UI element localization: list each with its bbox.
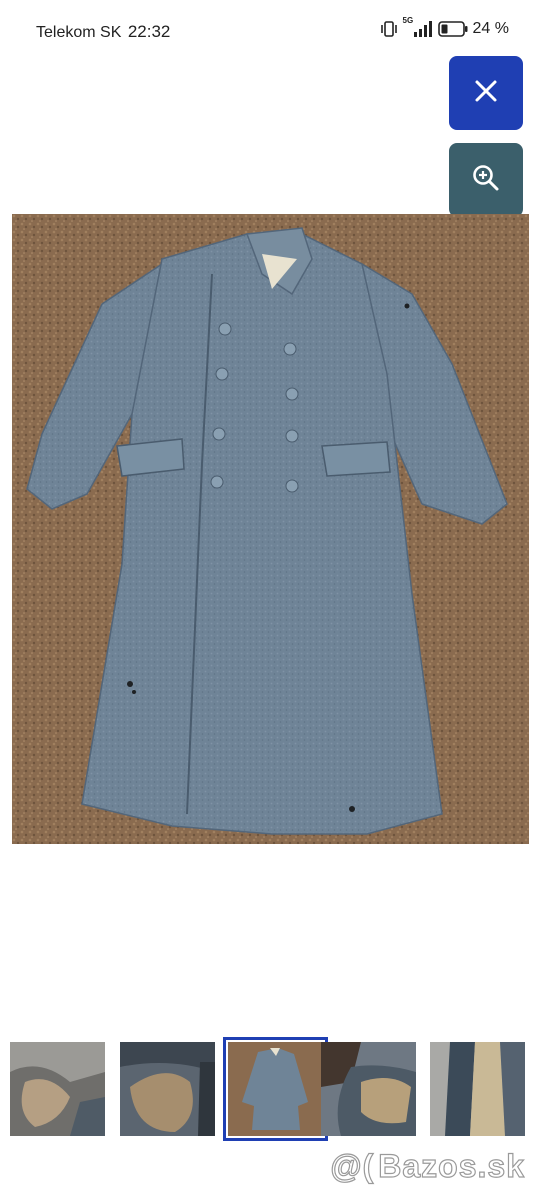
zoom-in-icon	[471, 163, 501, 198]
status-right: 5G 24 %	[380, 16, 509, 38]
status-left: Telekom SK 22:32	[36, 22, 170, 42]
thumbnail-1[interactable]	[10, 1042, 105, 1136]
thumbnail-2[interactable]	[120, 1042, 215, 1136]
main-photo[interactable]	[12, 214, 529, 844]
thumbnail-strip	[0, 1036, 541, 1142]
clock: 22:32	[127, 22, 171, 41]
carrier-label: Telekom SK	[36, 24, 122, 41]
battery-level: 24 %	[472, 20, 509, 37]
battery-icon	[437, 21, 468, 37]
network-label: 5G	[402, 16, 414, 25]
vibrate-icon	[380, 20, 398, 38]
thumbnail-4[interactable]	[321, 1042, 416, 1136]
close-button[interactable]	[449, 56, 523, 130]
bazos-logo-icon: @(	[330, 1147, 375, 1184]
close-icon	[473, 78, 499, 109]
watermark: @( Bazos.sk	[330, 1147, 525, 1185]
zoom-in-button[interactable]	[449, 143, 523, 217]
thumbnail-5[interactable]	[430, 1042, 525, 1136]
thumbnail-3[interactable]	[223, 1037, 328, 1141]
watermark-text: Bazos.sk	[378, 1147, 525, 1184]
signal-icon: 5G	[403, 16, 433, 38]
